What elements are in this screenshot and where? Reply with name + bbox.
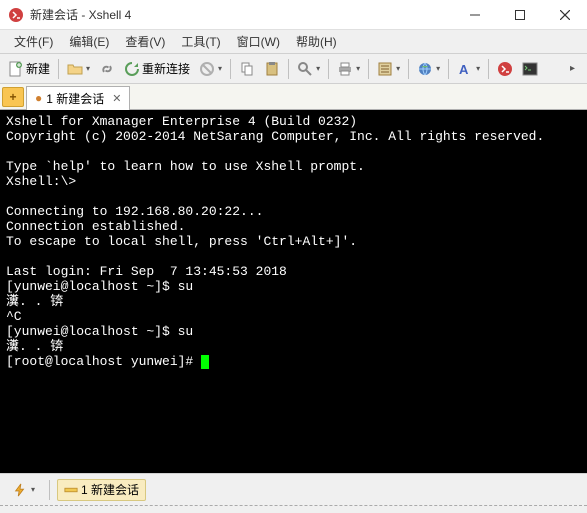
terminal-cursor bbox=[201, 355, 209, 369]
search-icon bbox=[297, 61, 313, 77]
window-title: 新建会话 - Xshell 4 bbox=[30, 6, 452, 23]
paste-button[interactable] bbox=[260, 58, 284, 80]
menu-window[interactable]: 窗口(W) bbox=[229, 30, 288, 53]
menu-edit[interactable]: 编辑(E) bbox=[61, 30, 117, 53]
properties-icon bbox=[377, 61, 393, 77]
find-button[interactable]: ▾ bbox=[293, 58, 324, 80]
plus-icon: + bbox=[9, 90, 16, 104]
xterm-icon-button[interactable] bbox=[518, 58, 542, 80]
tabbar: + ● 1 新建会话 ✕ bbox=[0, 84, 587, 110]
terminal-alt-icon bbox=[522, 61, 538, 77]
font-icon: A bbox=[457, 61, 473, 77]
paste-icon bbox=[264, 61, 280, 77]
bullet-icon: ● bbox=[35, 91, 42, 105]
font-button[interactable]: A▾ bbox=[453, 58, 484, 80]
copy-icon bbox=[239, 61, 255, 77]
xshell-icon bbox=[497, 61, 513, 77]
refresh-icon bbox=[124, 61, 140, 77]
chain-icon bbox=[99, 61, 115, 77]
lightning-icon bbox=[13, 483, 27, 497]
quick-command-button[interactable]: ▾ bbox=[6, 479, 42, 501]
titlebar: 新建会话 - Xshell 4 bbox=[0, 0, 587, 30]
app-icon bbox=[8, 7, 24, 23]
tab-add-button[interactable]: + bbox=[2, 87, 24, 107]
maximize-button[interactable] bbox=[497, 0, 542, 29]
toolbar: 新建 ▾ 重新连接 ▾ ▾ ▾ ▾ ▾ A▾ ▸ bbox=[0, 54, 587, 84]
tab-close-button[interactable]: ✕ bbox=[112, 92, 121, 105]
svg-text:A: A bbox=[459, 62, 469, 77]
disconnect-icon bbox=[199, 61, 215, 77]
new-session-button[interactable]: 新建 bbox=[4, 58, 54, 80]
copy-button[interactable] bbox=[235, 58, 259, 80]
xshell-icon-button[interactable] bbox=[493, 58, 517, 80]
session-bar-icon bbox=[64, 483, 78, 497]
tab-session-1[interactable]: ● 1 新建会话 ✕ bbox=[26, 86, 130, 110]
status-session-label: 1 新建会话 bbox=[81, 481, 139, 498]
menu-tools[interactable]: 工具(T) bbox=[173, 30, 228, 53]
printer-icon bbox=[337, 61, 353, 77]
tab-label: 1 新建会话 bbox=[46, 90, 104, 107]
window-controls bbox=[452, 0, 587, 29]
new-file-icon bbox=[8, 61, 24, 77]
status-session-tab[interactable]: 1 新建会话 bbox=[57, 479, 146, 501]
print-button[interactable]: ▾ bbox=[333, 58, 364, 80]
resize-strip bbox=[0, 505, 587, 513]
new-session-label: 新建 bbox=[26, 60, 50, 77]
disconnect-button[interactable]: ▾ bbox=[195, 58, 226, 80]
open-button[interactable]: ▾ bbox=[63, 58, 94, 80]
terminal[interactable]: Xshell for Xmanager Enterprise 4 (Build … bbox=[0, 110, 587, 473]
folder-open-icon bbox=[67, 61, 83, 77]
properties-button[interactable]: ▾ bbox=[373, 58, 404, 80]
minimize-button[interactable] bbox=[452, 0, 497, 29]
reconnect-button[interactable]: 重新连接 bbox=[120, 58, 194, 80]
close-button[interactable] bbox=[542, 0, 587, 29]
toolbar-overflow[interactable]: ▸ bbox=[561, 58, 583, 80]
link-button[interactable] bbox=[95, 58, 119, 80]
menu-help[interactable]: 帮助(H) bbox=[288, 30, 345, 53]
menu-file[interactable]: 文件(F) bbox=[6, 30, 61, 53]
menubar: 文件(F) 编辑(E) 查看(V) 工具(T) 窗口(W) 帮助(H) bbox=[0, 30, 587, 54]
statusbar: ▾ 1 新建会话 bbox=[0, 473, 587, 505]
globe-icon bbox=[417, 61, 433, 77]
reconnect-label: 重新连接 bbox=[142, 60, 190, 77]
menu-view[interactable]: 查看(V) bbox=[117, 30, 173, 53]
globe-button[interactable]: ▾ bbox=[413, 58, 444, 80]
